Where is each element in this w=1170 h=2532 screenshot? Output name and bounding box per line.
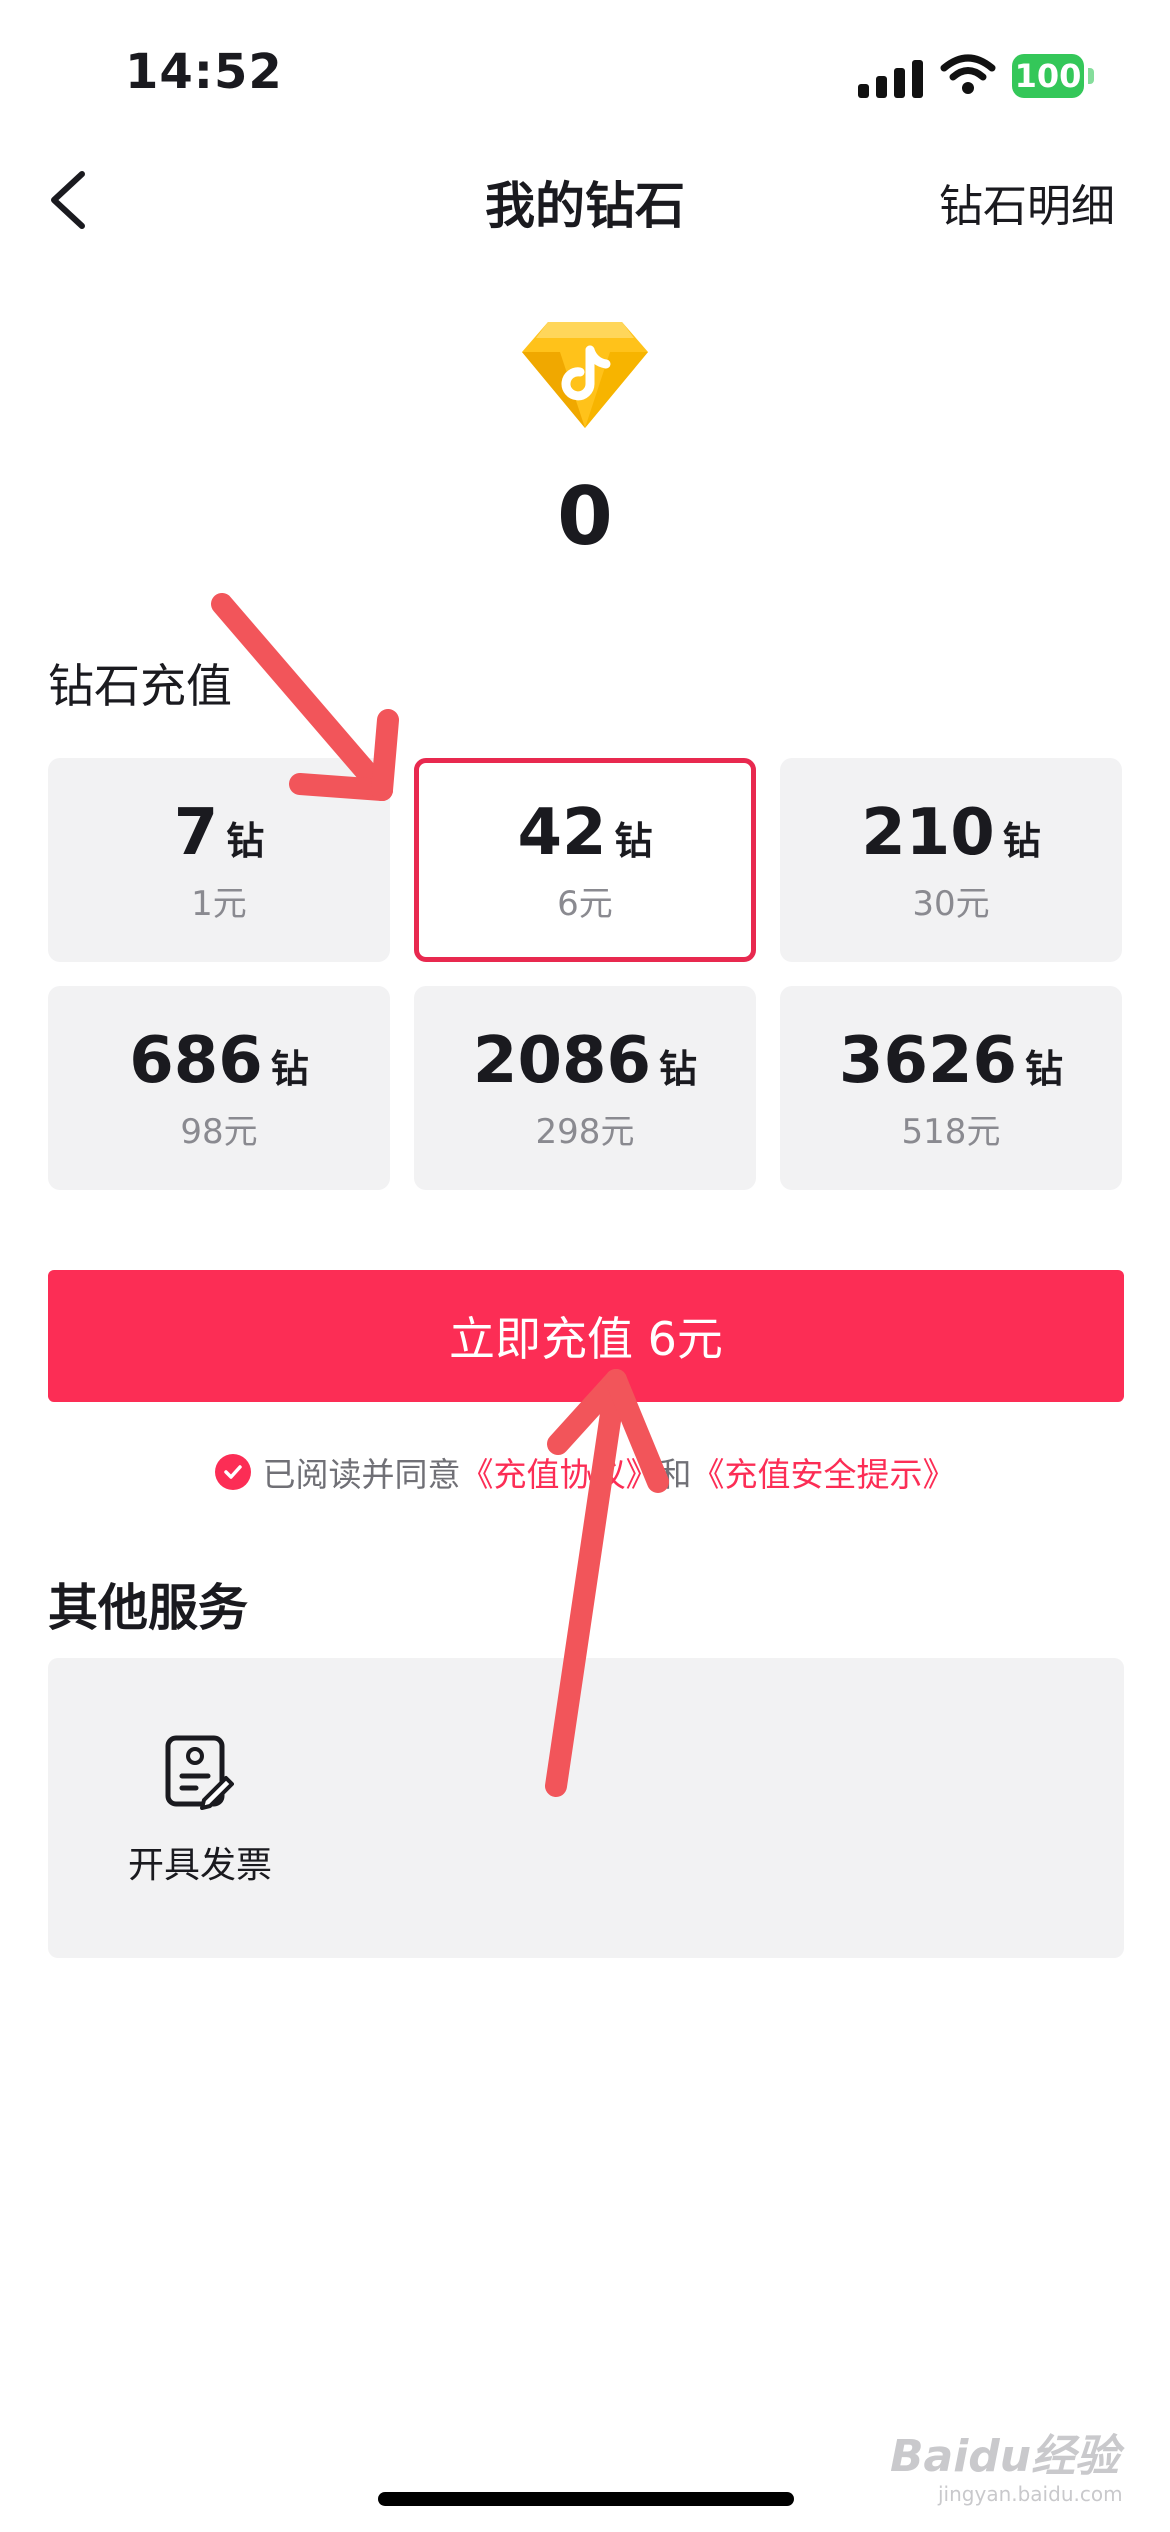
cellular-signal-icon bbox=[858, 58, 923, 98]
option-price: 298元 bbox=[535, 1111, 635, 1152]
option-unit: 钻 bbox=[614, 818, 653, 863]
option-price: 1元 bbox=[191, 883, 247, 924]
option-price: 518元 bbox=[901, 1111, 1001, 1152]
wifi-icon bbox=[940, 54, 996, 94]
recharge-agreement-link[interactable]: 《充值协议》 bbox=[461, 1455, 659, 1494]
option-price: 98元 bbox=[180, 1111, 258, 1152]
diamond-balance: 0 bbox=[557, 470, 613, 563]
other-services-title: 其他服务 bbox=[48, 1579, 248, 1637]
checkmark-icon bbox=[223, 1465, 242, 1479]
option-unit: 钻 bbox=[1002, 818, 1041, 863]
option-amount: 42 bbox=[517, 795, 607, 870]
agreement-checkbox[interactable] bbox=[214, 1454, 251, 1490]
recharge-option-3626[interactable]: 3626 钻 518元 bbox=[780, 986, 1122, 1190]
diamond-detail-link[interactable]: 钻石明细 bbox=[939, 170, 1115, 234]
option-unit: 钻 bbox=[226, 818, 265, 863]
watermark-url: jingyan.baidu.com bbox=[938, 2482, 1123, 2506]
option-amount: 686 bbox=[129, 1023, 263, 1098]
agreement-row: 已阅读并同意《充值协议》和《充值安全提示》 bbox=[0, 1448, 1170, 1496]
option-amount: 7 bbox=[173, 795, 219, 870]
option-amount: 210 bbox=[861, 795, 995, 870]
status-time: 14:52 bbox=[125, 44, 283, 100]
option-unit: 钻 bbox=[270, 1046, 309, 1091]
baidu-watermark-logo: Baidu经验 bbox=[890, 2431, 1120, 2482]
home-indicator[interactable] bbox=[378, 2492, 794, 2506]
battery-indicator: 100 bbox=[1012, 54, 1084, 98]
recharge-option-2086[interactable]: 2086 钻 298元 bbox=[414, 986, 756, 1190]
option-unit: 钻 bbox=[659, 1046, 698, 1091]
recharge-now-button[interactable]: 立即充值 6元 bbox=[48, 1270, 1124, 1402]
battery-tip bbox=[1088, 68, 1094, 84]
option-amount: 3626 bbox=[838, 1023, 1018, 1098]
option-price: 6元 bbox=[557, 883, 613, 924]
invoice-icon[interactable] bbox=[162, 1734, 234, 1810]
agreement-middle: 和 bbox=[658, 1455, 692, 1494]
recharge-section-title: 钻石充值 bbox=[48, 659, 232, 713]
recharge-option-7[interactable]: 7钻 1元 bbox=[48, 758, 390, 962]
recharge-option-210[interactable]: 210 钻 30元 bbox=[780, 758, 1122, 962]
recharge-option-42[interactable]: 42 钻 6元 bbox=[414, 758, 756, 962]
option-price: 30元 bbox=[912, 883, 990, 924]
agreement-prefix: 已阅读并同意 bbox=[262, 1455, 461, 1494]
recharge-option-686[interactable]: 686 钻 98元 bbox=[48, 986, 390, 1190]
option-amount: 2086 bbox=[472, 1023, 652, 1098]
safety-tips-link[interactable]: 《充值安全提示》 bbox=[692, 1455, 956, 1494]
invoice-label[interactable]: 开具发票 bbox=[100, 1836, 300, 1888]
diamond-icon bbox=[522, 322, 648, 428]
option-unit: 钻 bbox=[1025, 1046, 1064, 1091]
